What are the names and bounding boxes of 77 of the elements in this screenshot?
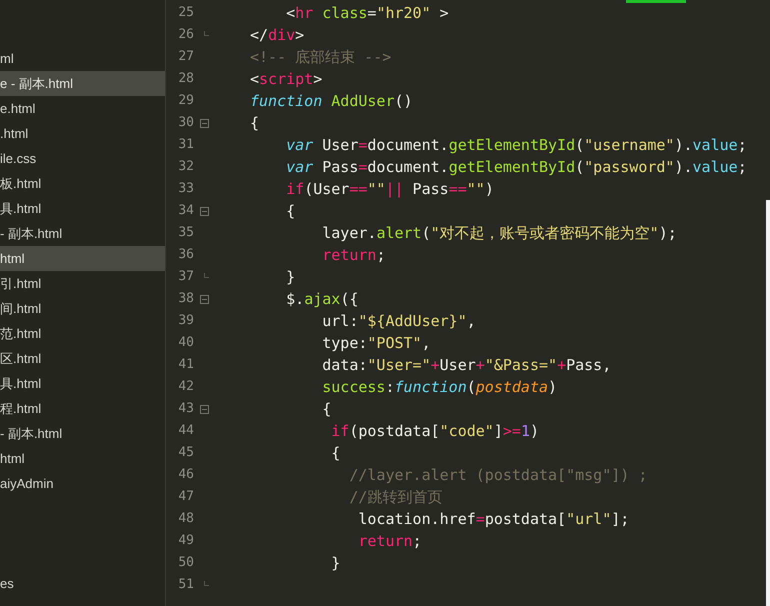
code-line: return; (321, 244, 386, 266)
code-line: if(postdata["code"]>=1) (330, 420, 539, 442)
line-number: 37 (177, 268, 194, 286)
file-item[interactable]: e.html (0, 96, 165, 121)
line-number: 33 (177, 180, 194, 198)
code-line: layer.alert("对不起，账号或者密码不能为空"); (321, 222, 677, 244)
line-number: 42 (177, 378, 194, 396)
file-item[interactable]: 板.html (0, 171, 165, 196)
code-line: { (321, 398, 332, 420)
file-item[interactable]: 区.html (0, 346, 165, 371)
line-number: 29 (177, 92, 194, 110)
code-line: function AddUser() (250, 90, 413, 112)
fold-icon[interactable] (200, 404, 209, 414)
line-number: 31 (177, 136, 194, 154)
fold-icon[interactable] (200, 118, 209, 128)
code-line: { (285, 200, 296, 222)
code-line: } (330, 552, 340, 574)
code-line: </div> (250, 24, 304, 46)
code-line: <!-- 底部结束 --> (250, 46, 392, 68)
line-number: 28 (177, 70, 194, 88)
line-number: 43 (177, 400, 194, 418)
code-line: var User=document.getElementById("username").value; (285, 134, 747, 156)
file-item[interactable]: 范.html (0, 321, 165, 346)
file-item[interactable]: - 副本.html (0, 421, 165, 446)
file-item[interactable]: e - 副本.html (0, 71, 165, 96)
fold-icon[interactable] (200, 294, 209, 304)
line-number: 38 (177, 290, 194, 308)
line-number: 50 (177, 554, 194, 572)
code-line: type:"POST", (321, 332, 431, 354)
line-number: 25 (177, 4, 194, 22)
file-item[interactable]: aiyAdmin (0, 471, 165, 496)
file-item[interactable]: ile.css (0, 146, 165, 171)
tab-indicator (626, 0, 686, 3)
code-line: return; (357, 530, 422, 552)
file-item[interactable]: .html (0, 121, 165, 146)
code-line: location.href=postdata["url"]; (357, 508, 630, 530)
file-item[interactable]: html (0, 246, 165, 271)
line-number: 48 (177, 510, 194, 528)
line-number: 32 (177, 158, 194, 176)
code-line: <script> (250, 68, 322, 90)
code-line: { (330, 442, 340, 464)
code-line: } (285, 266, 296, 288)
code-line: <hr class="hr20" > (285, 2, 449, 24)
file-item[interactable]: 间.html (0, 296, 165, 321)
file-item[interactable]: 程.html (0, 396, 165, 421)
code-line: { (250, 112, 260, 134)
line-number: 41 (177, 356, 194, 374)
file-item[interactable]: - 副本.html (0, 221, 165, 246)
file-item[interactable]: 具.html (0, 371, 165, 396)
file-item[interactable]: ml (0, 46, 165, 71)
fold-icon[interactable] (200, 206, 209, 216)
line-number: 36 (177, 246, 194, 264)
line-number: 44 (177, 422, 194, 440)
line-number: 30 (177, 114, 194, 132)
file-item[interactable]: 具.html (0, 196, 165, 221)
line-number: 34 (177, 202, 194, 220)
line-number: 27 (177, 48, 194, 66)
line-number: 45 (177, 444, 194, 462)
line-number: 39 (177, 312, 194, 330)
code-line: //跳转到首页 (348, 486, 442, 508)
code-line: success:function(postdata) (321, 376, 558, 398)
code-line: //layer.alert (postdata["msg"]) ; (348, 464, 648, 486)
code-line: var Pass=document.getElementById("password").value; (285, 156, 747, 178)
code-line: data:"User="+User+"&Pass="+Pass, (321, 354, 612, 376)
line-number: 26 (177, 26, 194, 44)
line-number: 47 (177, 488, 194, 506)
code-line: if(User==""|| Pass=="") (285, 178, 494, 200)
code-line: url:"${AddUser}", (321, 310, 476, 332)
file-item[interactable]: es (0, 571, 165, 596)
code-line: $.ajax({ (285, 288, 358, 310)
file-item[interactable]: 引.html (0, 271, 165, 296)
line-number: 46 (177, 466, 194, 484)
line-number: 49 (177, 532, 194, 550)
line-number: 40 (177, 334, 194, 352)
line-number: 35 (177, 224, 194, 242)
line-number: 51 (177, 576, 194, 594)
file-item[interactable]: html (0, 446, 165, 471)
